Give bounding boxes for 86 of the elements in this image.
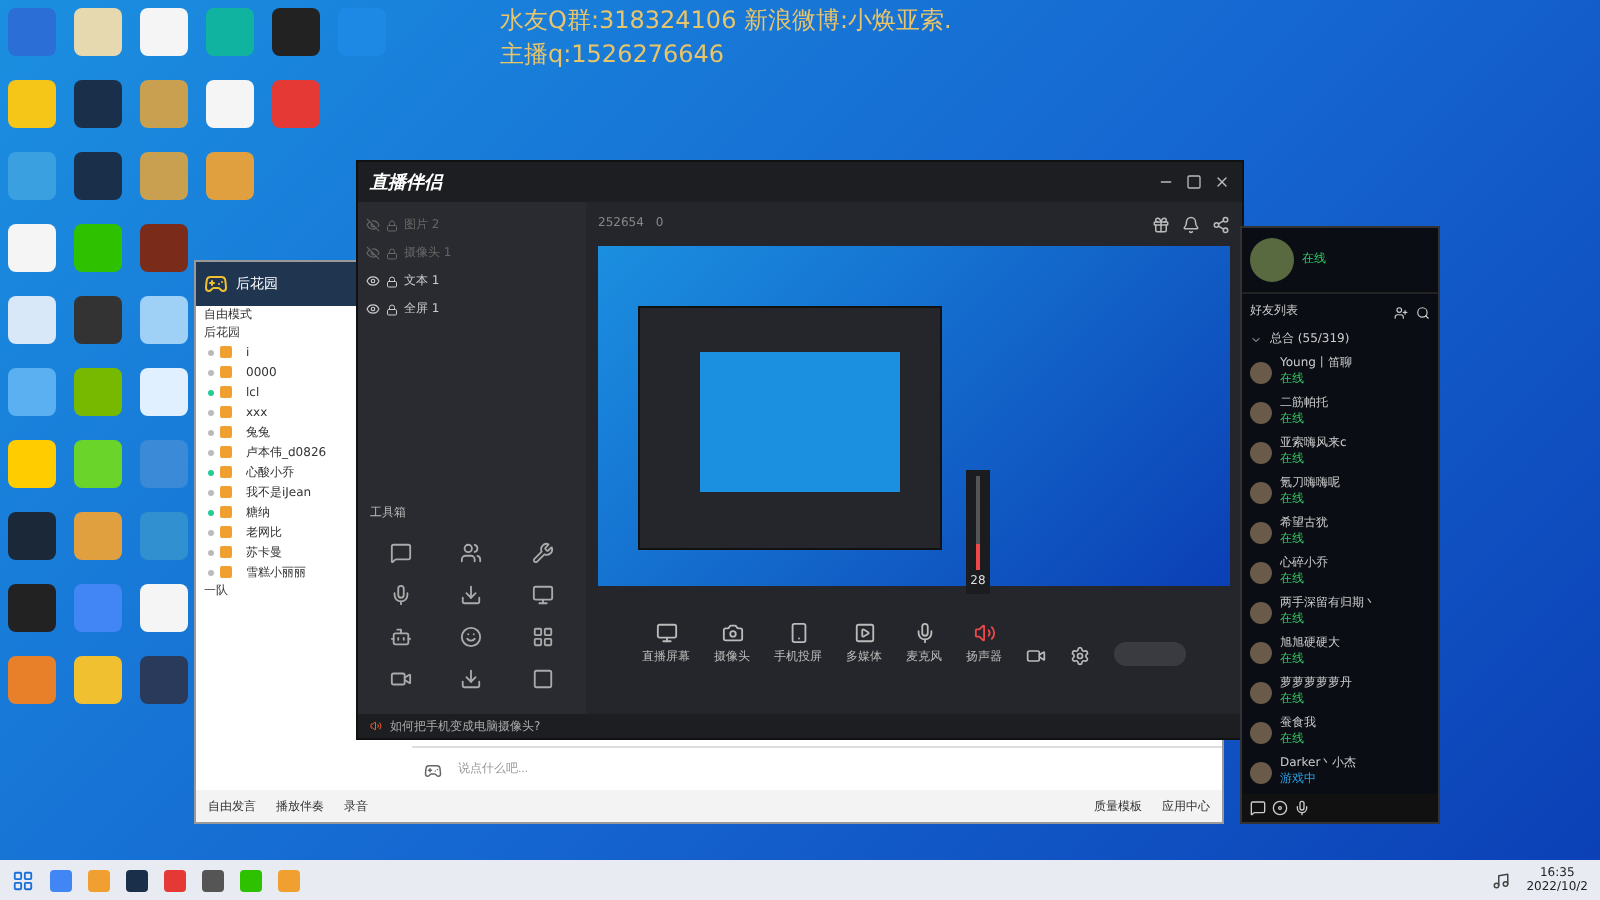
- maximize-icon[interactable]: [1186, 174, 1202, 190]
- tool-icon[interactable]: [460, 584, 483, 606]
- chat-icon[interactable]: [1250, 800, 1266, 816]
- share-icon[interactable]: [1212, 215, 1230, 233]
- desktop-shortcut-icon[interactable]: [74, 224, 122, 272]
- screen-icon: [655, 622, 677, 644]
- tool-icon[interactable]: [390, 668, 413, 690]
- disc-icon[interactable]: [1272, 800, 1288, 816]
- avatar-circle: [1250, 601, 1272, 623]
- tool-icon[interactable]: [390, 626, 413, 648]
- tool-icon[interactable]: [390, 542, 413, 564]
- desktop-shortcut-icon[interactable]: [74, 440, 122, 488]
- desktop-shortcut-icon[interactable]: [140, 8, 188, 56]
- taskbar-app-icon[interactable]: [202, 869, 224, 891]
- settings-icon[interactable]: [1070, 646, 1090, 666]
- lock-icon[interactable]: [386, 303, 398, 315]
- desktop-shortcut-icon[interactable]: [206, 80, 254, 128]
- desktop-shortcut-icon[interactable]: [206, 152, 254, 200]
- avatar-circle: [1250, 721, 1272, 743]
- avatar-circle: [1250, 521, 1272, 543]
- desktop-shortcut-icon[interactable]: [8, 584, 56, 632]
- desktop-shortcut-icon[interactable]: [140, 80, 188, 128]
- desktop-shortcut-icon[interactable]: [8, 80, 56, 128]
- taskbar-app-icon[interactable]: [126, 869, 148, 891]
- camera-icon: [721, 622, 743, 644]
- tool-icon[interactable]: [460, 542, 483, 564]
- tool-icon[interactable]: [531, 584, 554, 606]
- tool-icon[interactable]: [460, 668, 483, 690]
- avatar-circle: [1250, 561, 1272, 583]
- lock-icon[interactable]: [386, 275, 398, 287]
- tool-icon[interactable]: [531, 542, 554, 564]
- desktop-shortcut-icon[interactable]: [140, 584, 188, 632]
- bell-icon[interactable]: [1182, 215, 1200, 233]
- stream-overlay-text: 水友Q群:318324106 新浪微博:小焕亚索.: [500, 4, 952, 36]
- speaker-icon: [973, 622, 995, 644]
- close-icon[interactable]: [1214, 174, 1230, 190]
- desktop-shortcut-icon[interactable]: [140, 296, 188, 344]
- avatar-circle: [1250, 441, 1272, 463]
- desktop-shortcut-icon[interactable]: [140, 368, 188, 416]
- tool-icon[interactable]: [460, 626, 483, 648]
- desktop-shortcut-icon[interactable]: [8, 296, 56, 344]
- video-icon[interactable]: [1026, 646, 1046, 666]
- search-icon[interactable]: [1416, 305, 1430, 319]
- eye-off-icon[interactable]: [366, 246, 380, 260]
- mic-icon[interactable]: [1294, 800, 1310, 816]
- desktop-shortcut-icon[interactable]: [8, 368, 56, 416]
- avatar-circle: [1250, 641, 1272, 663]
- desktop-shortcut-icon[interactable]: [74, 656, 122, 704]
- desktop-shortcut-icon[interactable]: [74, 368, 122, 416]
- mic-icon: [913, 622, 935, 644]
- eye-icon[interactable]: [366, 302, 380, 316]
- avatar-circle: [1250, 761, 1272, 783]
- phone-icon: [787, 622, 809, 644]
- desktop-shortcut-icon[interactable]: [8, 512, 56, 560]
- avatar-circle: [1250, 401, 1272, 423]
- tool-icon[interactable]: [390, 584, 413, 606]
- desktop-shortcut-icon[interactable]: [140, 152, 188, 200]
- tool-icon[interactable]: [531, 626, 554, 648]
- desktop-shortcut-icon[interactable]: [74, 296, 122, 344]
- desktop-shortcut-icon[interactable]: [140, 224, 188, 272]
- speaker-icon: [370, 720, 382, 732]
- desktop-shortcut-icon[interactable]: [74, 512, 122, 560]
- avatar-circle: [1250, 361, 1272, 383]
- chevron-down-icon[interactable]: [1250, 334, 1262, 346]
- gift-icon[interactable]: [1152, 215, 1170, 233]
- desktop-shortcut-icon[interactable]: [8, 656, 56, 704]
- avatar-circle: [1250, 481, 1272, 503]
- eye-icon[interactable]: [366, 274, 380, 288]
- app-logo: 直播伴侣: [370, 170, 442, 195]
- eye-off-icon[interactable]: [366, 218, 380, 232]
- gamepad-icon[interactable]: [424, 761, 442, 779]
- stream-overlay-text: 主播q:1526276646: [500, 38, 727, 70]
- avatar-circle: [1250, 238, 1294, 282]
- music-icon[interactable]: [1492, 871, 1511, 889]
- desktop-shortcut-icon[interactable]: [8, 440, 56, 488]
- desktop-shortcut-icon[interactable]: [74, 152, 122, 200]
- add-friend-icon[interactable]: [1394, 305, 1408, 319]
- avatar-circle: [1250, 681, 1272, 703]
- desktop-shortcut-icon[interactable]: [272, 8, 320, 56]
- desktop-shortcut-icon[interactable]: [140, 656, 188, 704]
- desktop-shortcut-icon[interactable]: [74, 8, 122, 56]
- start-icon[interactable]: [12, 869, 34, 891]
- desktop-shortcut-icon[interactable]: [74, 80, 122, 128]
- desktop-shortcut-icon[interactable]: [8, 224, 56, 272]
- media-icon: [853, 622, 875, 644]
- tool-icon[interactable]: [531, 668, 554, 690]
